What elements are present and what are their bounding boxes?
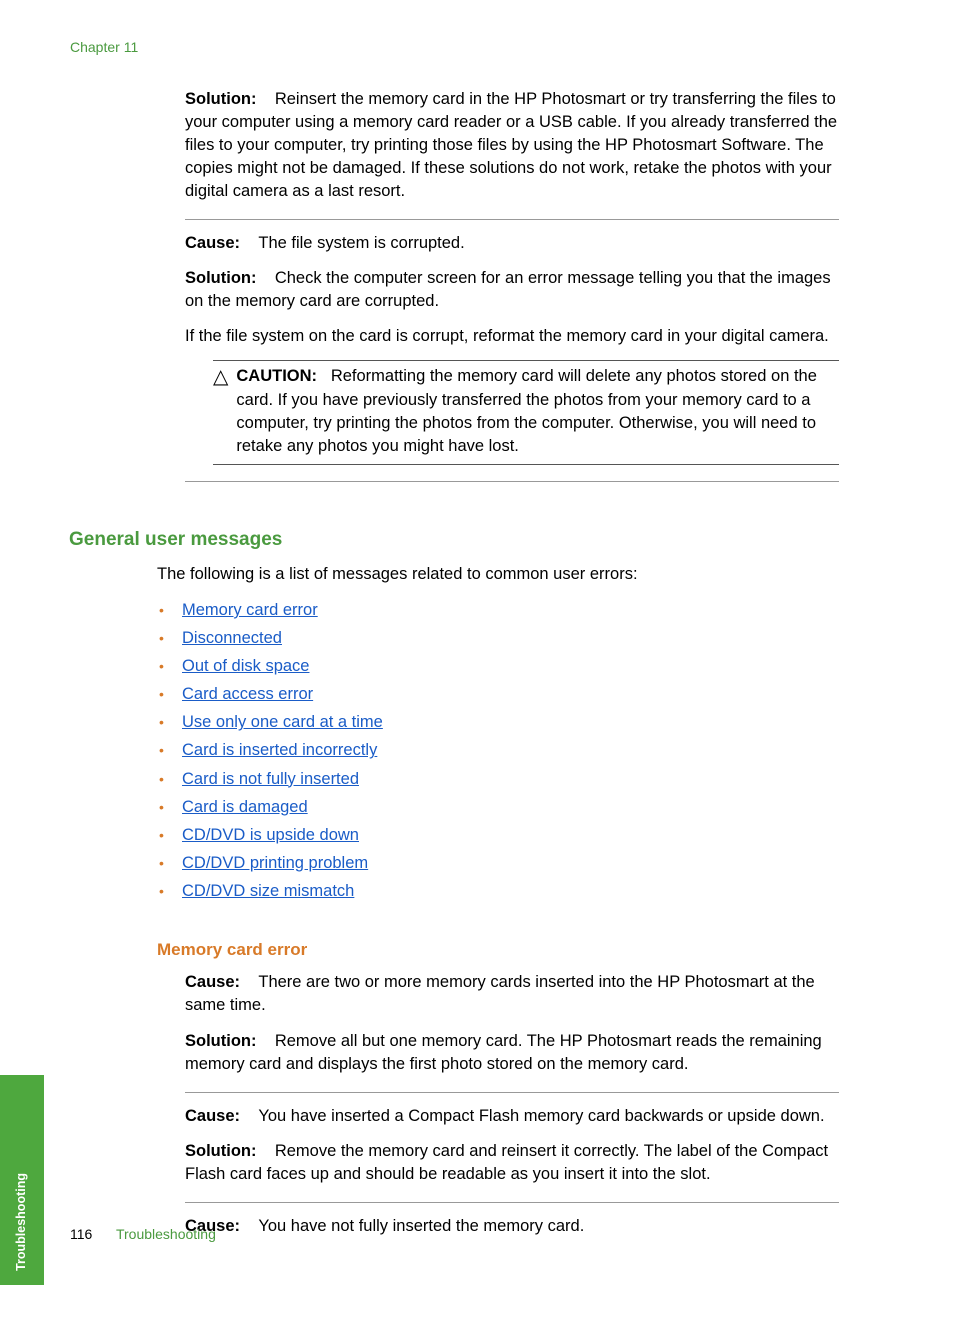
link-memory-card-error[interactable]: Memory card error [182, 599, 318, 622]
solution-text: Remove the memory card and reinsert it c… [185, 1142, 828, 1183]
bullet-icon: • [159, 713, 167, 733]
link-card-not-fully-inserted[interactable]: Card is not fully inserted [182, 768, 359, 791]
cause-para: Cause: The file system is corrupted. [185, 232, 839, 255]
divider [185, 1202, 839, 1203]
list-item: • Use only one card at a time [159, 709, 839, 737]
caution-block: △ CAUTION: Reformatting the memory card … [213, 360, 839, 464]
cause-para: Cause: You have not fully inserted the m… [185, 1215, 839, 1238]
cause-para: Cause: There are two or more memory card… [185, 971, 839, 1017]
page-number: 116 [70, 1226, 92, 1242]
footer-title: Troubleshooting [116, 1226, 216, 1242]
cause-label: Cause: [185, 973, 240, 991]
list-item: • CD/DVD size mismatch [159, 877, 839, 905]
caution-body: CAUTION: Reformatting the memory card wi… [236, 365, 839, 457]
caution-icon: △ [213, 365, 228, 389]
solution-para: Solution: Check the computer screen for … [185, 267, 839, 313]
solution-text: Reinsert the memory card in the HP Photo… [185, 90, 837, 200]
divider [185, 1092, 839, 1093]
cause-text: There are two or more memory cards inser… [185, 973, 815, 1014]
solution-block-1: Solution: Reinsert the memory card in th… [185, 88, 839, 203]
solution-para: Solution: Remove all but one memory card… [185, 1030, 839, 1076]
bullet-icon: • [159, 741, 167, 761]
cause-solution-block-2: Cause: The file system is corrupted. Sol… [185, 232, 839, 465]
page-footer: 116 Troubleshooting [70, 1225, 216, 1245]
link-card-inserted-incorrectly[interactable]: Card is inserted incorrectly [182, 739, 377, 762]
subheading-memory-card-error: Memory card error [157, 938, 839, 962]
cause-label: Cause: [185, 234, 240, 252]
bullet-icon: • [159, 770, 167, 790]
solution-label: Solution: [185, 1142, 256, 1160]
list-item: • Card is inserted incorrectly [159, 737, 839, 765]
list-item: • Card is damaged [159, 793, 839, 821]
bullet-icon: • [159, 685, 167, 705]
divider [185, 219, 839, 220]
link-out-of-disk-space[interactable]: Out of disk space [182, 655, 309, 678]
list-item: • CD/DVD is upside down [159, 821, 839, 849]
solution-label: Solution: [185, 90, 256, 108]
list-item: • Card is not fully inserted [159, 765, 839, 793]
bullet-icon: • [159, 854, 167, 874]
bullet-icon: • [159, 601, 167, 621]
bullet-icon: • [159, 798, 167, 818]
extra-para: If the file system on the card is corrup… [185, 325, 839, 348]
link-use-only-one-card[interactable]: Use only one card at a time [182, 711, 383, 734]
cause-para: Cause: You have inserted a Compact Flash… [185, 1105, 839, 1128]
solution-label: Solution: [185, 269, 256, 287]
caution-label: CAUTION: [236, 367, 317, 385]
page-content: Solution: Reinsert the memory card in th… [0, 58, 954, 1238]
list-item: • Disconnected [159, 625, 839, 653]
link-disconnected[interactable]: Disconnected [182, 627, 282, 650]
solution-para: Solution: Reinsert the memory card in th… [185, 88, 839, 203]
bullet-icon: • [159, 826, 167, 846]
side-tab: Troubleshooting [0, 1075, 44, 1285]
caution-text-content: Reformatting the memory card will delete… [236, 367, 817, 454]
mc-block-3: Cause: You have not fully inserted the m… [185, 1215, 839, 1238]
link-cddvd-printing-problem[interactable]: CD/DVD printing problem [182, 852, 368, 875]
cause-label: Cause: [185, 1107, 240, 1125]
solution-text: Remove all but one memory card. The HP P… [185, 1032, 822, 1073]
solution-label: Solution: [185, 1032, 256, 1050]
bullet-icon: • [159, 882, 167, 902]
cause-text: You have not fully inserted the memory c… [258, 1217, 584, 1235]
cause-text: The file system is corrupted. [258, 234, 464, 252]
cause-text: You have inserted a Compact Flash memory… [258, 1107, 824, 1125]
link-cddvd-upside-down[interactable]: CD/DVD is upside down [182, 824, 359, 847]
solution-text: Check the computer screen for an error m… [185, 269, 831, 310]
list-item: • Out of disk space [159, 653, 839, 681]
list-item: • Card access error [159, 681, 839, 709]
caution-divider-bottom [213, 464, 839, 465]
divider [185, 481, 839, 482]
chapter-header: Chapter 11 [0, 0, 954, 58]
link-list: • Memory card error • Disconnected • Out of… [157, 597, 839, 906]
solution-para: Solution: Remove the memory card and rei… [185, 1140, 839, 1186]
mc-block-2: Cause: You have inserted a Compact Flash… [185, 1105, 839, 1186]
bullet-icon: • [159, 629, 167, 649]
side-tab-text: Troubleshooting [13, 1173, 31, 1271]
list-item: • Memory card error [159, 597, 839, 625]
link-card-access-error[interactable]: Card access error [182, 683, 313, 706]
general-intro: The following is a list of messages rela… [157, 563, 839, 586]
list-item: • CD/DVD printing problem [159, 849, 839, 877]
link-cddvd-size-mismatch[interactable]: CD/DVD size mismatch [182, 880, 354, 903]
caution-divider-top [213, 360, 839, 361]
mc-block-1: Cause: There are two or more memory card… [185, 971, 839, 1075]
link-card-is-damaged[interactable]: Card is damaged [182, 796, 308, 819]
section-heading-general: General user messages [69, 527, 839, 554]
bullet-icon: • [159, 657, 167, 677]
